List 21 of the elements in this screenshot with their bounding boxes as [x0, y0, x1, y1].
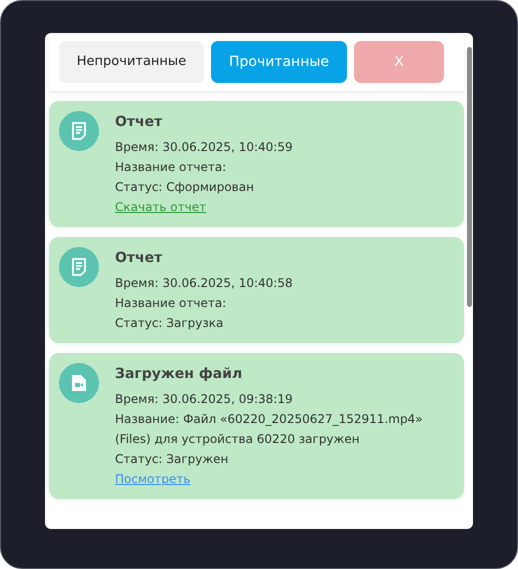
notification-detail: Название отчета: — [115, 159, 228, 176]
notification-title: Отчет — [115, 249, 164, 268]
notification-title: Загружен файл — [115, 365, 244, 384]
notification-detail: Статус: Загрузка — [115, 315, 224, 332]
document-icon — [71, 122, 87, 140]
filter-tab[interactable]: Прочитанные — [211, 41, 347, 83]
notification-detail: Время: 30.06.2025, 10:40:59 — [115, 139, 293, 156]
close-button[interactable]: X — [354, 41, 444, 83]
video-file-icon — [71, 374, 87, 392]
notification-detail: Статус: Сформирован — [115, 179, 255, 196]
notification-detail: Статус: Загружен — [115, 451, 230, 468]
document-icon — [71, 258, 87, 276]
notification-detail: Время: 30.06.2025, 09:38:19 — [115, 391, 294, 408]
notification-detail: Название отчета: — [115, 295, 228, 312]
notification-link[interactable]: Посмотреть — [115, 469, 190, 489]
filter-tab[interactable]: Непрочитанные — [59, 41, 204, 83]
notification-detail: Название: Файл «60220_20250627_152911.mp4» (Files) для устройства 60220 загружен — [115, 411, 424, 448]
notification-detail: Время: 30.06.2025, 10:40:58 — [115, 275, 293, 292]
notification-title: Отчет — [115, 113, 164, 132]
notification-link[interactable]: Скачать отчет — [115, 197, 206, 217]
scrollbar-thumb[interactable] — [467, 47, 472, 307]
